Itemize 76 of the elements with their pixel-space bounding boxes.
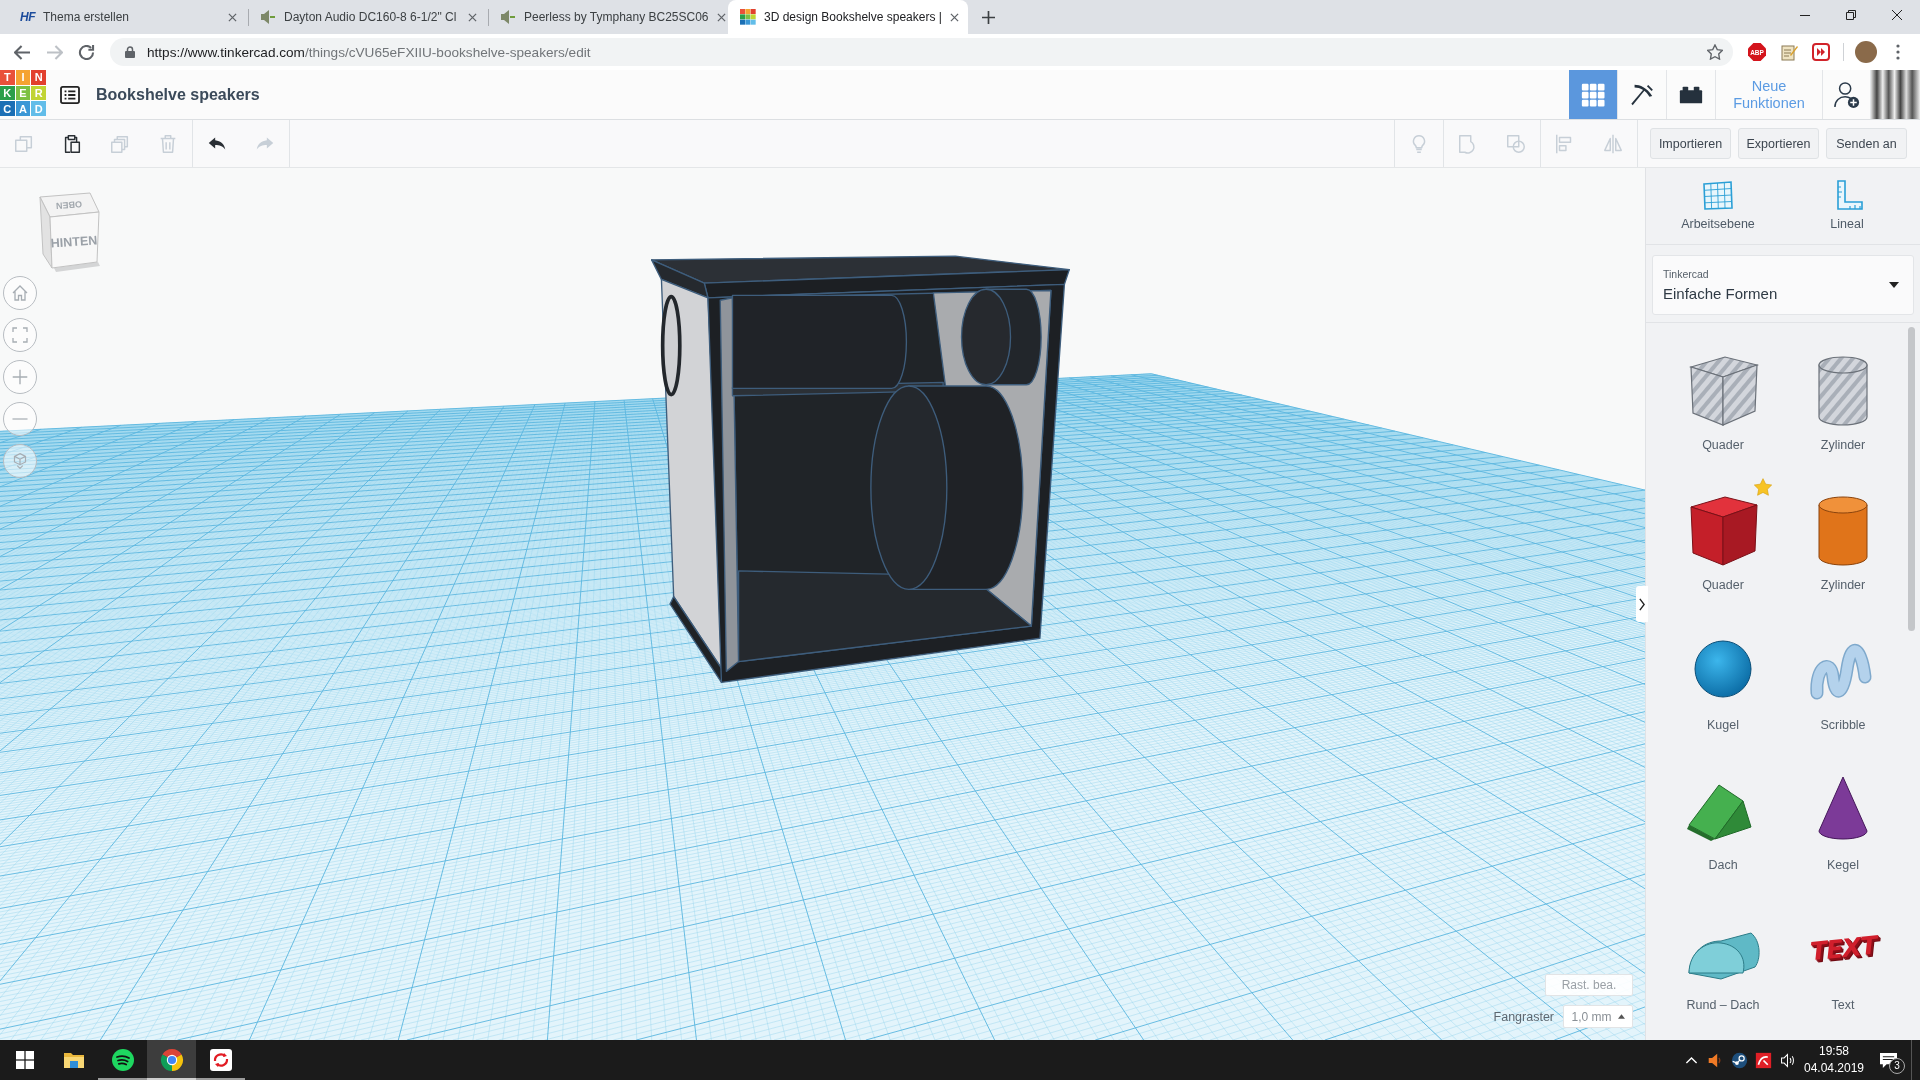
- shape-tile[interactable]: TEXT Text: [1783, 899, 1903, 1039]
- close-icon[interactable]: [228, 12, 237, 22]
- scrollbar-thumb[interactable]: [1908, 327, 1915, 631]
- design-title[interactable]: Bookshelve speakers: [96, 85, 260, 104]
- square-logo-icon: [1754, 1051, 1772, 1069]
- mirror-icon: [1602, 132, 1624, 155]
- toolbar-button[interactable]: Exportieren: [1738, 128, 1819, 159]
- workplane-button[interactable]: Arbeitsebene: [1663, 168, 1773, 244]
- caret-up-icon: [1617, 1014, 1625, 1019]
- shape-tile[interactable]: Kegel: [1783, 759, 1903, 899]
- minus-icon: [12, 418, 28, 420]
- chevron-right-icon: [1639, 597, 1645, 611]
- shape-tile[interactable]: Quader: [1663, 479, 1783, 619]
- profile-avatar[interactable]: [1855, 41, 1877, 63]
- shape-tile[interactable]: Kugel: [1663, 619, 1783, 759]
- speaker-icon: [500, 9, 516, 25]
- browser-tab[interactable]: 3D design Bookshelve speakers |: [728, 0, 968, 34]
- volume-icon: [1778, 1051, 1796, 1069]
- browser-tab[interactable]: Dayton Audio DC160-8 6-1/2" Cl: [248, 0, 488, 34]
- clock[interactable]: 19:58 04.04.2019: [1803, 1040, 1865, 1080]
- add-user-icon: [1833, 80, 1860, 109]
- favicon-logo: HF: [20, 9, 35, 25]
- speaker-icon: [260, 9, 276, 25]
- close-icon: [1892, 10, 1902, 20]
- taskbar-app-button[interactable]: [147, 1040, 196, 1080]
- shape-library-dropdown[interactable]: Tinkercad Einfache Formen: [1652, 255, 1914, 315]
- plus-icon: [12, 369, 28, 385]
- arrow-right-icon: [45, 44, 63, 60]
- browser-tab[interactable]: Peerless by Tymphany BC25SC06: [488, 0, 728, 34]
- home-icon: [12, 285, 28, 301]
- text-shape-preview: TEXT: [1809, 937, 1877, 961]
- shape-tile[interactable]: Quader: [1663, 339, 1783, 479]
- snap-grid-label: Fangraster: [1493, 1009, 1554, 1024]
- bookmark-star-icon[interactable]: [1707, 44, 1723, 60]
- browser-icon: [159, 1048, 184, 1072]
- windows-logo-icon: [15, 1051, 34, 1069]
- shape-tile[interactable]: Scribble: [1783, 619, 1903, 759]
- shape-tile[interactable]: Dach: [1663, 759, 1783, 899]
- sync-arrows-icon: [208, 1048, 233, 1072]
- arrow-left-icon: [13, 44, 31, 60]
- avatar-photo-placeholder[interactable]: [1871, 70, 1920, 119]
- caret-down-icon: [1889, 282, 1899, 288]
- toolbar-button[interactable]: Senden an: [1826, 128, 1907, 159]
- music-app-icon: [110, 1048, 135, 1072]
- action-center-button[interactable]: 3: [1865, 1040, 1911, 1080]
- corners-icon: [12, 327, 28, 343]
- cube-arrow-icon: [12, 453, 28, 469]
- shape-tile[interactable]: Zylinder: [1783, 339, 1903, 479]
- close-icon[interactable]: [468, 12, 477, 22]
- collapse-panel-button[interactable]: [1636, 586, 1648, 622]
- restore-icon: [1846, 10, 1856, 20]
- snap-grid-dropdown[interactable]: 1,0 mm: [1563, 1005, 1633, 1028]
- close-icon[interactable]: [716, 12, 726, 22]
- workspace-canvas[interactable]: [0, 168, 1645, 1040]
- minimize-icon: [1800, 14, 1810, 16]
- address-bar[interactable]: https://www.tinkercad.com/things/cVU65eFXIIU-bookshelve-speakers/edit: [110, 38, 1733, 66]
- more-icon[interactable]: [1896, 44, 1900, 60]
- close-icon[interactable]: [949, 12, 959, 22]
- shape-tile[interactable]: Rund – Dach: [1663, 899, 1783, 1039]
- plus-icon: [981, 10, 995, 24]
- ungroup-icon: [1505, 132, 1527, 155]
- grid-plane-icon: [1702, 180, 1734, 210]
- shape-tile[interactable]: Zylinder: [1783, 479, 1903, 619]
- list-icon: [60, 85, 80, 104]
- tile-grid-icon: [740, 9, 756, 25]
- lock-icon: [125, 46, 135, 58]
- reload-icon: [77, 44, 95, 60]
- notification-count: 3: [1889, 1058, 1905, 1074]
- ruler-button[interactable]: Lineal: [1792, 168, 1902, 244]
- circle-logo-icon: [1730, 1051, 1748, 1069]
- app-logo[interactable]: T I N K E R C A D: [0, 70, 46, 116]
- toolbar-button[interactable]: Importieren: [1650, 128, 1731, 159]
- fast-forward-icon[interactable]: [1812, 43, 1830, 61]
- speaker-icon: [1706, 1051, 1724, 1069]
- browser-tab[interactable]: HF Thema erstellen: [8, 0, 248, 34]
- grid-icon: [1580, 81, 1606, 108]
